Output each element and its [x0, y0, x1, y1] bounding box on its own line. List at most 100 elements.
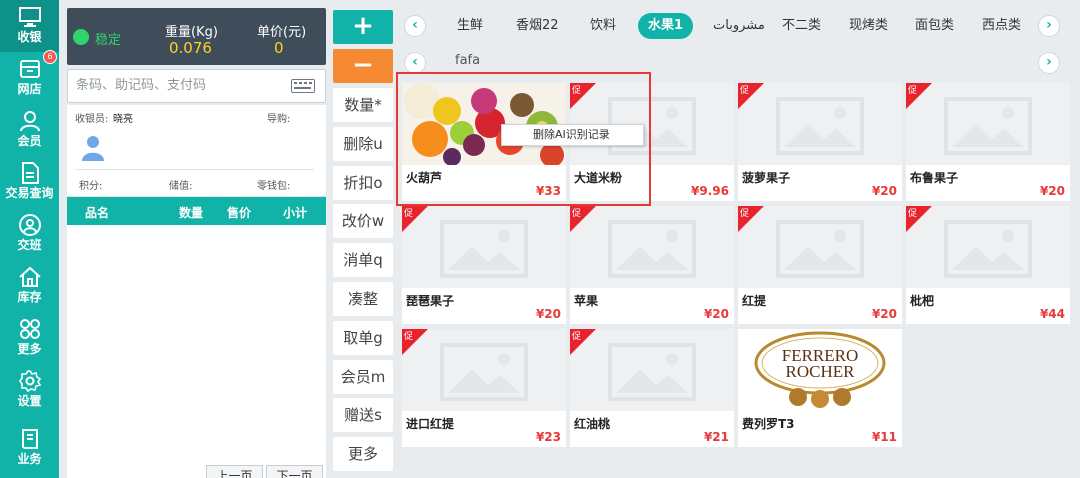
product-name: 费列罗T3 — [742, 417, 795, 431]
nav-label: 更多 — [17, 342, 42, 356]
category-tab[interactable]: 饮料 — [590, 13, 616, 39]
product-card[interactable]: 促 菠萝果子 ¥20 — [738, 83, 902, 201]
store-icon — [19, 60, 40, 78]
product-name: 红油桃 — [574, 417, 611, 431]
promo-label: 促 — [740, 86, 750, 96]
nav-item-inventory[interactable]: 库存 — [0, 260, 59, 312]
nav-label: 交易查询 — [5, 186, 54, 200]
keyboard-icon[interactable] — [291, 79, 315, 93]
image-placeholder-icon — [608, 343, 696, 401]
category-tab[interactable]: 现烤类 — [849, 13, 888, 39]
category-tab[interactable]: مشروبات — [713, 13, 765, 39]
product-name: 进口红提 — [406, 417, 455, 431]
add-button[interactable]: + — [333, 10, 393, 44]
guide-label: 导购: — [267, 114, 291, 125]
nav-label: 网店 — [17, 82, 42, 96]
round-off-button[interactable]: 凑整 — [333, 282, 393, 316]
chevron-left-icon: ‹ — [412, 17, 418, 33]
column-qty: 数量 — [179, 206, 204, 220]
nav-item-member[interactable]: 会员 — [0, 104, 59, 156]
promo-label: 促 — [572, 332, 582, 342]
subcategory-tab[interactable]: fafa — [455, 53, 480, 68]
change-price-button[interactable]: 改价w — [333, 204, 393, 238]
subcategory-prev-button[interactable]: ‹ — [404, 52, 426, 74]
nav-item-store[interactable]: 网店 6 — [0, 50, 59, 104]
product-card[interactable]: FERRERO ROCHER 费列罗T3 ¥11 — [738, 329, 902, 447]
product-price: ¥20 — [703, 307, 729, 321]
product-name: 布鲁果子 — [910, 171, 959, 185]
weight-value: 0.076 — [169, 39, 212, 57]
weight-label: 重量(Kg) — [165, 25, 218, 40]
divider — [75, 169, 314, 170]
category-tab-active[interactable]: 水果1 — [638, 13, 694, 39]
barcode-search — [67, 69, 326, 103]
product-card[interactable]: 促 进口红提 ¥23 — [402, 329, 566, 447]
category-tab[interactable]: 生鲜 — [457, 13, 483, 39]
nav-item-cashier[interactable]: 收银 — [0, 0, 59, 52]
product-price: ¥11 — [871, 430, 897, 444]
gear-icon — [18, 370, 41, 393]
delete-button[interactable]: 删除u — [333, 127, 393, 161]
user-icon — [19, 111, 40, 132]
category-tab[interactable]: 不二类 — [782, 13, 821, 39]
cashier-label: 收银员: — [75, 114, 109, 125]
nav-item-handover[interactable]: 交班 — [0, 208, 59, 260]
retrieve-order-button[interactable]: 取单g — [333, 321, 393, 355]
avatar-icon[interactable] — [81, 135, 105, 161]
nav-item-more[interactable]: 更多 — [0, 312, 59, 364]
promo-label: 促 — [404, 332, 414, 342]
product-name: 红提 — [742, 294, 767, 308]
image-placeholder-icon — [944, 97, 1032, 155]
quantity-button[interactable]: 数量* — [333, 88, 393, 122]
gift-button[interactable]: 赠送s — [333, 398, 393, 432]
product-card[interactable]: 促 布鲁果子 ¥20 — [906, 83, 1070, 201]
prev-page-button[interactable]: 上一页 — [206, 465, 263, 478]
nav-item-transactions[interactable]: 交易查询 — [0, 156, 59, 208]
product-price: ¥20 — [535, 307, 561, 321]
nav-item-business[interactable]: 业务 — [0, 422, 59, 474]
change-wallet-label: 零钱包: — [257, 181, 291, 192]
member-panel: 收银员: 晓亮 导购: 积分: 储值: 零钱包: — [67, 105, 326, 197]
product-card[interactable]: 促 红提 ¥20 — [738, 206, 902, 324]
home-icon — [18, 266, 41, 287]
member-button[interactable]: 会员m — [333, 360, 393, 394]
product-card[interactable]: 促 苹果 ¥20 — [570, 206, 734, 324]
discount-button[interactable]: 折扣o — [333, 166, 393, 200]
nav-item-settings[interactable]: 设置 — [0, 364, 59, 416]
next-page-button[interactable]: 下一页 — [266, 465, 323, 478]
category-tab[interactable]: 面包类 — [915, 13, 954, 39]
more-button[interactable]: 更多 — [333, 437, 393, 471]
category-next-button[interactable]: › — [1038, 15, 1060, 37]
stable-indicator — [73, 29, 89, 45]
column-subtotal: 小计 — [283, 206, 308, 220]
nav-label: 会员 — [17, 134, 42, 148]
category-prev-button[interactable]: ‹ — [404, 15, 426, 37]
void-order-button[interactable]: 消单q — [333, 243, 393, 277]
image-placeholder-icon — [776, 220, 864, 278]
product-name: 琵琶果子 — [406, 294, 455, 308]
product-name: 菠萝果子 — [742, 171, 791, 185]
chevron-left-icon: ‹ — [412, 54, 418, 70]
stored-value-label: 储值: — [169, 181, 193, 192]
product-price: ¥23 — [535, 430, 561, 444]
chevron-right-icon: › — [1046, 17, 1052, 33]
subtract-button[interactable]: − — [333, 49, 393, 83]
product-card[interactable]: 促 琵琶果子 ¥20 — [402, 206, 566, 324]
ferrero-logo: FERRERO ROCHER — [738, 329, 902, 411]
product-price: ¥21 — [703, 430, 729, 444]
promo-label: 促 — [572, 209, 582, 219]
chevron-right-icon: › — [1046, 54, 1052, 70]
subcategory-next-button[interactable]: › — [1038, 52, 1060, 74]
unit-price-value: 0 — [274, 39, 284, 57]
category-tab[interactable]: 香烟22 — [516, 13, 559, 39]
column-name: 品名 — [85, 206, 110, 220]
promo-label: 促 — [404, 209, 414, 219]
search-input[interactable] — [76, 78, 286, 93]
product-card[interactable]: 促 枇杷 ¥44 — [906, 206, 1070, 324]
points-label: 积分: — [79, 181, 103, 192]
product-card[interactable]: 促 红油桃 ¥21 — [570, 329, 734, 447]
order-table-header: 品名 数量 售价 小计 — [67, 197, 326, 225]
category-tab[interactable]: 西点类 — [982, 13, 1021, 39]
context-menu-item[interactable]: 删除AI识别记录 — [501, 124, 644, 146]
image-placeholder-icon — [944, 220, 1032, 278]
